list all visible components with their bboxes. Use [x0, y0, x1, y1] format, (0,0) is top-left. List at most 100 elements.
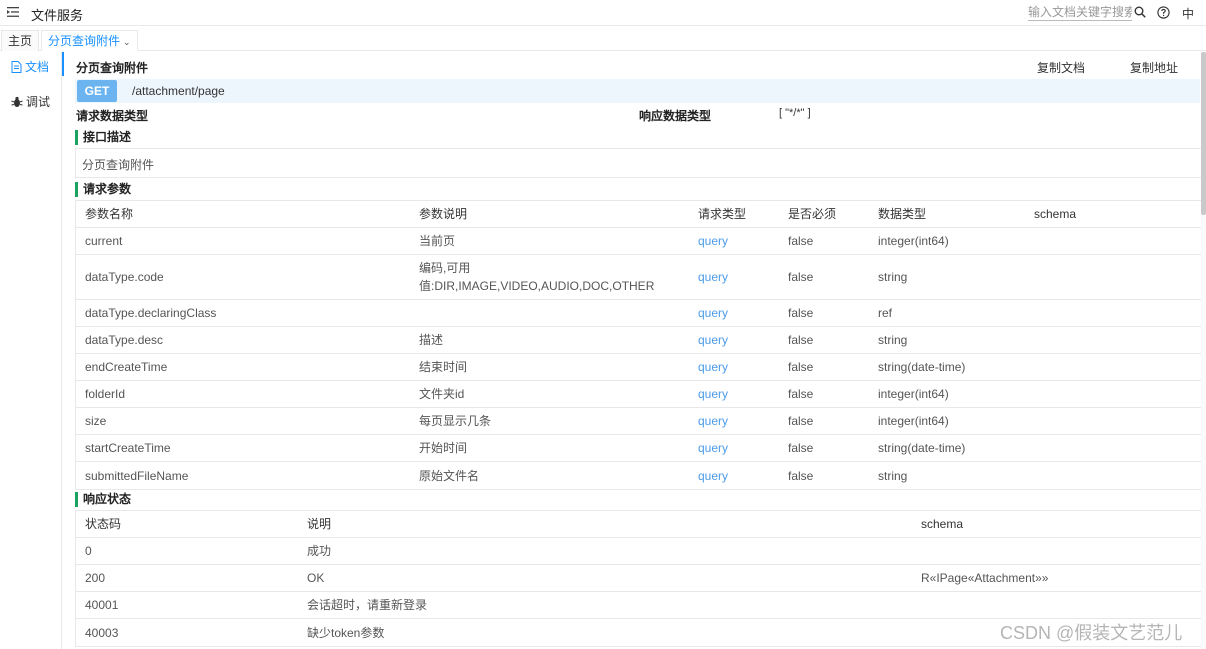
nav-label: 文档 — [25, 60, 50, 74]
table-cell: false — [788, 306, 814, 320]
table-cell: 编码,可用值:DIR,IMAGE,VIDEO,AUDIO,DOC,OTHER — [419, 261, 655, 293]
table-cell: integer(int64) — [878, 414, 949, 428]
table-cell: 40003 — [85, 625, 119, 640]
table-cell: submittedFileName — [85, 468, 189, 483]
main-content: 分页查询附件 复制文档 复制地址 GET /attachment/page 请求… — [64, 52, 1206, 649]
tab-bar: 主页 分页查询附件 ⌄ — [0, 30, 1206, 51]
table-row: startCreateTime 开始时间 query false string(date… — [76, 435, 1201, 462]
search-box — [1028, 4, 1146, 21]
column-header: schema — [1034, 207, 1077, 221]
table-cell: 描述 — [419, 333, 444, 347]
table-row: endCreateTime 结束时间 query false string(date-t… — [76, 354, 1201, 381]
table-cell: query — [698, 306, 729, 320]
watermark: CSDN @假装文艺范儿 — [1000, 623, 1183, 643]
table-cell: dataType.declaringClass — [85, 306, 217, 320]
table-cell: false — [788, 360, 814, 374]
table-row: dataType.desc 描述 query false string — [76, 327, 1201, 354]
column-header: 参数说明 — [419, 207, 468, 221]
table-cell: ref — [878, 306, 893, 320]
table-row: dataType.code 编码,可用值:DIR,IMAGE,VIDEO,AUDI… — [76, 255, 1201, 300]
table-cell: 当前页 — [419, 234, 456, 248]
table-cell: 缺少token参数 — [307, 625, 385, 640]
table-cell: 文件夹id — [419, 387, 465, 401]
params-header-row: 参数名称 参数说明 请求类型 是否必须 数据类型 schema — [76, 201, 1201, 228]
top-bar: 文件服务 中 — [0, 0, 1206, 26]
copy-doc-button[interactable]: 复制文档 — [1037, 59, 1085, 76]
section-heading-responses: 响应状态 — [75, 492, 131, 507]
chevron-down-icon[interactable]: ⌄ — [123, 37, 131, 47]
table-cell: size — [85, 414, 107, 428]
tab-home[interactable]: 主页 — [1, 30, 40, 51]
column-header: 说明 — [307, 517, 332, 531]
request-type-label: 请求数据类型 — [76, 109, 149, 123]
table-cell: startCreateTime — [85, 441, 171, 455]
table-cell: R«IPage«Attachment»» — [921, 571, 1049, 585]
table-cell: query — [698, 270, 729, 284]
table-cell: false — [788, 441, 814, 455]
nav-item-debug[interactable]: 调试 — [11, 93, 50, 110]
table-cell: false — [788, 387, 814, 401]
table-cell: 原始文件名 — [419, 468, 480, 483]
section-heading-description: 接口描述 — [75, 130, 131, 145]
table-cell: OK — [307, 571, 325, 585]
table-cell: query — [698, 387, 729, 401]
table-cell: 结束时间 — [419, 360, 468, 374]
table-cell: folderId — [85, 387, 126, 401]
table-cell: query — [698, 333, 729, 347]
table-cell: query — [698, 468, 729, 483]
table-cell: string(date-time) — [878, 441, 966, 455]
copy-address-button[interactable]: 复制地址 — [1130, 59, 1178, 76]
table-cell: query — [698, 441, 729, 455]
response-type-value: [ "*/*" ] — [779, 107, 811, 119]
table-cell: dataType.code — [85, 270, 164, 284]
column-header: 参数名称 — [85, 207, 134, 221]
nav-item-document[interactable]: 文档 — [11, 58, 49, 75]
endpoint-path: /attachment/page — [132, 84, 225, 98]
table-cell: query — [698, 234, 729, 248]
response-type-label: 响应数据类型 — [639, 109, 712, 123]
table-cell: dataType.desc — [85, 333, 164, 347]
language-toggle[interactable]: 中 — [1182, 5, 1194, 22]
table-cell: 0 — [85, 544, 92, 558]
table-row: 0 成功 — [76, 538, 1201, 565]
table-cell: 每页显示几条 — [419, 414, 492, 428]
table-cell: false — [788, 468, 814, 483]
table-row: folderId 文件夹id query false integer(int64) — [76, 381, 1201, 408]
column-header: 状态码 — [85, 517, 122, 531]
table-cell: integer(int64) — [878, 387, 949, 401]
nav-label: 调试 — [26, 95, 51, 109]
table-cell: current — [85, 234, 123, 248]
search-icon[interactable] — [1134, 6, 1146, 18]
table-cell: 会话超时，请重新登录 — [307, 598, 428, 612]
help-icon[interactable] — [1157, 6, 1170, 19]
method-badge: GET — [77, 80, 117, 102]
table-cell: false — [788, 234, 814, 248]
table-cell: false — [788, 333, 814, 347]
column-header: 请求类型 — [698, 207, 747, 221]
table-cell: string — [878, 468, 908, 483]
menu-toggle-icon[interactable] — [7, 6, 19, 18]
column-header: schema — [921, 517, 964, 531]
description-text: 分页查询附件 — [82, 158, 155, 172]
document-icon — [11, 61, 22, 73]
table-cell: string — [878, 270, 908, 284]
table-cell: endCreateTime — [85, 360, 168, 374]
table-cell: string — [878, 333, 908, 347]
search-input[interactable] — [1028, 4, 1132, 21]
tab-label: 分页查询附件 — [48, 34, 121, 48]
table-cell: false — [788, 414, 814, 428]
tab-label: 主页 — [8, 34, 33, 48]
table-cell: integer(int64) — [878, 234, 949, 248]
table-row: 200 OK R«IPage«Attachment»» — [76, 565, 1201, 592]
column-header: 数据类型 — [878, 207, 927, 221]
params-table: 参数名称 参数说明 请求类型 是否必须 数据类型 schema current 当前页 quer… — [75, 200, 1202, 490]
section-heading-params: 请求参数 — [75, 182, 131, 197]
bug-icon — [11, 96, 23, 107]
table-row: submittedFileName 原始文件名 query false string — [76, 462, 1201, 489]
table-cell: string(date-time) — [878, 360, 966, 374]
table-row: current 当前页 query false integer(int64) — [76, 228, 1201, 255]
column-header: 是否必须 — [788, 207, 837, 221]
tab-page-attachment[interactable]: 分页查询附件 ⌄ — [41, 30, 138, 51]
scrollbar-thumb[interactable] — [1201, 52, 1206, 215]
description-box: 分页查询附件 — [75, 148, 1202, 178]
